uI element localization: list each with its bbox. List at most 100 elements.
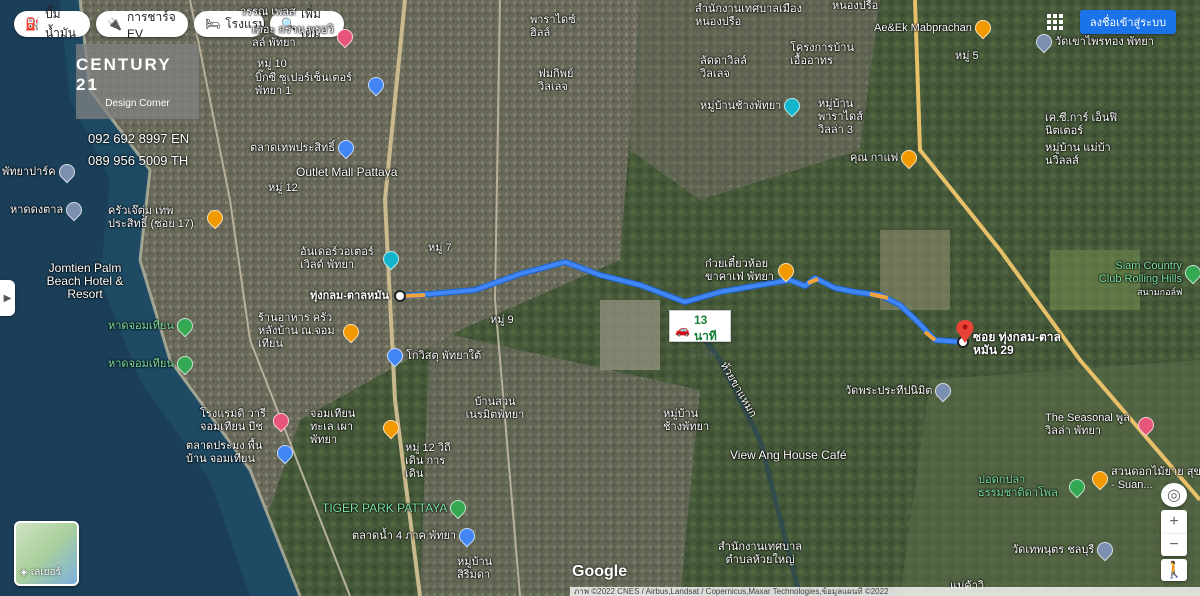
place-label[interactable]: หมู่ 5 <box>955 50 979 63</box>
place-label[interactable]: บ้านสวน เนรมิตพัทยา <box>460 396 530 422</box>
place-label[interactable]: หมู่บ้าน สิริมดา <box>457 556 501 582</box>
my-location-button[interactable]: ◎ <box>1161 483 1187 507</box>
route-origin-label[interactable]: ทุ่งกลม-ตาลหมัน <box>310 290 389 303</box>
place-label[interactable]: หมู่ 12 วิถีเดิน การเดิน <box>405 442 455 481</box>
restaurant-poi[interactable]: Ae&Ek Mabprachan <box>874 16 995 40</box>
place-label[interactable]: สำนักงานเทศบาลเมืองหนองปรือ <box>695 3 805 29</box>
cafe-poi[interactable]: View Ang House Café <box>730 449 847 462</box>
beach-poi[interactable]: หาดจอมเทียน <box>108 314 197 338</box>
route-info-box[interactable]: 🚗 13 นาที 7.1 กม. <box>669 310 731 358</box>
minus-icon: − <box>1169 536 1179 553</box>
zoom-out-button[interactable]: − <box>1161 534 1187 556</box>
place-label[interactable]: หมู่ 10 <box>257 58 287 71</box>
beach-poi[interactable]: หาดดงตาล <box>10 198 86 222</box>
camera-icon <box>781 94 804 118</box>
place-label: ปอดกปลา ธรรมชาติดาโพล <box>978 474 1058 499</box>
tiger-park-poi[interactable]: TIGER PARK PATTAYA <box>322 496 470 520</box>
aquarium-poi[interactable]: อันเดอร์วอเตอร์ เวิลด์ พัทยา <box>300 246 403 272</box>
beach-icon <box>173 314 197 338</box>
place-label: สวนดอกไม้ยาย สุข - Suan... <box>1111 466 1200 491</box>
park-icon <box>55 160 78 184</box>
zoom-in-button[interactable]: + <box>1161 510 1187 534</box>
market-poi[interactable]: ตลาดประมง พื้นบ้าน จอมเทียน <box>186 440 297 466</box>
place-label[interactable]: หมู่บ้าน ช้างพัทยา <box>663 408 718 434</box>
hotel-poi[interactable]: The Seasonal พูล วิลล่า พัทยา <box>1045 412 1158 438</box>
street-view-button[interactable]: 🚶 <box>1161 559 1187 581</box>
place-label[interactable]: หมู่ 12 <box>268 182 298 195</box>
layers-label: เลเยอร์ <box>30 567 61 578</box>
sign-in-button[interactable]: ลงชื่อเข้าสู่ระบบ <box>1080 10 1176 34</box>
place-label: หาดจอมเทียน <box>108 357 174 370</box>
park-poi[interactable]: พัทยาปาร์ค <box>2 160 78 184</box>
place-label: หมู่บ้านช้างพัทยา <box>700 99 782 112</box>
market-poi[interactable]: ตลาดน้ำ 4 ภาค พัทยา <box>352 524 479 548</box>
place-label: โกวิสตุ พัทยาใต้ <box>406 349 482 362</box>
shopping-icon <box>364 73 388 97</box>
place-label: วัดเขาไพรทอง พัทยา <box>1055 35 1154 48</box>
brand-name: CENTURY 21 <box>76 54 172 94</box>
place-label[interactable]: หมู่ 9 <box>490 314 514 327</box>
shopping-icon <box>383 344 407 368</box>
place-label[interactable]: Jomtien Palm Beach Hotel & Resort <box>30 262 140 301</box>
market-poi[interactable]: ตลาดเทพประสิทธิ์ <box>250 136 358 160</box>
place-label[interactable]: ฟมกิพย์ วิลเลจ <box>538 68 588 94</box>
pegman-icon: 🚶 <box>1164 562 1184 579</box>
brand-subtitle: Design Corner <box>105 97 170 109</box>
golf-poi[interactable]: Siam Country Club Rolling Hills <box>1092 260 1200 286</box>
shopping-cart-icon <box>273 441 297 465</box>
layers-button[interactable]: ◈ เลเยอร์ <box>14 521 79 586</box>
apps-grid-icon[interactable] <box>1047 14 1063 30</box>
car-icon: 🚗 <box>675 322 690 337</box>
place-label: วัดพระประทีปนิมิต <box>845 384 933 397</box>
place-label[interactable]: สำนักงานเทศบาล ตำบลห้วยใหญ่ <box>710 541 810 567</box>
place-label[interactable]: หมู่ 7 <box>428 242 452 255</box>
gas-station-chip[interactable]: ⛽ ปั๊มน้ำมัน <box>14 7 90 40</box>
place-label: ตลาดเทพประสิทธิ์ <box>250 141 335 154</box>
place-label[interactable]: หมู่บ้าน พาราไดส์ วิลล่า 3 <box>818 98 868 137</box>
restaurant-poi[interactable]: ร้านอาหาร ครัว หลังบ้าน ณ.จอมเทียน <box>258 312 363 351</box>
hotel-poi[interactable]: เดอะ กราน พรอวิลล์ พัทยา <box>252 24 357 50</box>
place-label: The Seasonal พูล วิลล่า พัทยา <box>1045 412 1130 437</box>
place-label[interactable]: หมู่บ้าน แม่บ้านวิลลส์ <box>1045 142 1115 168</box>
restaurant-poi[interactable]: ก๋วยเตี๋ยวห้อย ขาคาเฟ่ พัทยา <box>705 258 798 284</box>
place-label[interactable]: สนามกอล์ฟ <box>1137 286 1182 299</box>
place-label[interactable]: พาราไดซ์ ฮิลล์ <box>530 14 576 40</box>
restaurant-poi[interactable]: ครัวเจ๊ตุ่ม เทพประสิทธิ์ (ซอย 17) <box>108 205 227 231</box>
restaurant-poi[interactable]: จอมเทียน ทะเล เผา พัทยา <box>310 408 403 447</box>
route-distance: 7.1 กม. <box>689 348 718 358</box>
cafe-poi[interactable]: คุณ กาแฟ <box>850 146 921 170</box>
temple-poi[interactable]: วัดเทพนุตร ชลบุรี <box>1012 538 1117 562</box>
store-poi[interactable]: โกวิสตุ พัทยาใต้ <box>383 344 482 368</box>
map-attribution[interactable]: ภาพ ©2022 CNES / Airbus,Landsat / Copern… <box>570 587 1200 596</box>
route-destination-label[interactable]: ซอย ทุ่งกลม-ตาลหมัน 29 <box>973 331 1083 357</box>
hotel-poi[interactable]: โรงแรมดิ วารี จอมเทียน บีช <box>200 408 293 434</box>
plus-icon: + <box>1169 513 1179 530</box>
restaurant-icon <box>971 16 995 40</box>
ev-charging-chip[interactable]: 🔌 การชาร์จ EV <box>96 10 188 41</box>
place-label: Ae&Ek Mabprachan <box>874 21 972 34</box>
temple-poi[interactable]: วัดพระประทีปนิมิต <box>845 379 955 403</box>
place-label[interactable]: เค.ซี.การ์ เอ็นฟินิตเตอร์ <box>1045 112 1125 138</box>
temple-icon <box>932 379 955 403</box>
hotel-icon <box>1134 413 1158 437</box>
chevron-right-icon: ▶ <box>3 292 12 304</box>
shopping-poi[interactable]: บิ๊กซี ซูเปอร์เซ็นเตอร์ พัทยา 1 <box>255 72 388 98</box>
pin-icon <box>62 198 86 222</box>
attraction-poi[interactable]: หมู่บ้านช้างพัทยา <box>700 94 804 118</box>
place-label[interactable]: วรรณ เพลส <box>240 6 296 19</box>
beach-poi[interactable]: หาดจอมเทียน <box>108 352 197 376</box>
collapse-panel-button[interactable]: ▶ <box>0 280 15 316</box>
temple-icon <box>1093 538 1117 562</box>
layers-icon: ◈ <box>20 567 28 578</box>
park-poi[interactable]: ปอดกปลา ธรรมชาติดาโพล <box>978 474 1089 500</box>
place-label[interactable]: ลัดดาวิลล์ วิลเลจ <box>700 55 752 81</box>
phone-en: 092 692 8997 EN <box>88 131 190 146</box>
place-label[interactable]: หนองปรือ <box>832 0 878 13</box>
place-label: หาดดงตาล <box>10 203 64 216</box>
place-label[interactable]: โครงการบ้าน เอื้ออาทร <box>790 42 860 68</box>
golf-icon <box>1181 261 1200 285</box>
place-label: คุณ กาแฟ <box>850 151 899 164</box>
place-label: ครัวเจ๊ตุ่ม เทพประสิทธิ์ (ซอย 17) <box>108 205 194 230</box>
temple-poi[interactable]: วัดเขาไพรทอง พัทยา <box>1032 30 1154 54</box>
outlet-poi[interactable]: Outlet Mall Pattaya <box>296 166 397 179</box>
